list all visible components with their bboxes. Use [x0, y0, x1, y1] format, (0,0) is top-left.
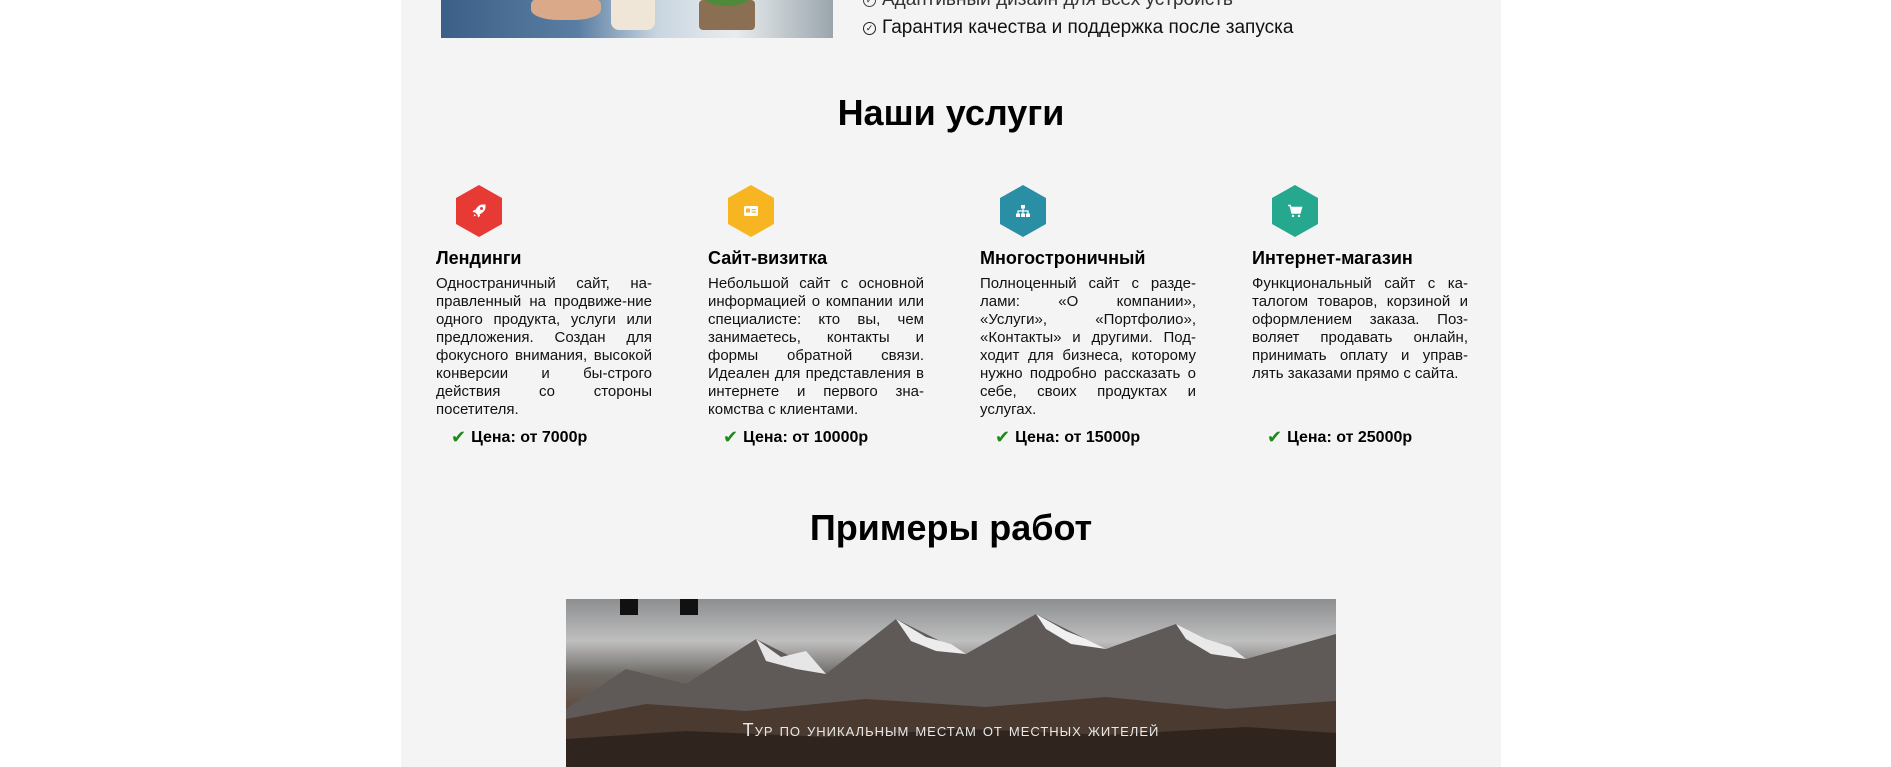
intro-benefit-text: Адаптивный дизайн для всех устройств — [882, 0, 1233, 14]
check-circle-icon: ✓ — [863, 0, 876, 7]
service-description: Одностраничный сайт, на-правленный на пр… — [436, 275, 652, 418]
intro-benefit-item: ✓ Адаптивный дизайн для всех устройств — [863, 0, 1293, 14]
intro-benefit-text: Гарантия качества и поддержка после запу… — [882, 17, 1294, 38]
service-price: ✔ Цена: от 10000р — [723, 427, 868, 448]
service-price-text: Цена: от 10000р — [743, 428, 869, 446]
checkmark-icon: ✔ — [451, 427, 467, 447]
photo-hand — [531, 0, 601, 20]
work-example-preview[interactable]: Тур по уникальным местам от местных жите… — [566, 599, 1336, 767]
rocket-icon — [456, 185, 502, 237]
service-price: ✔ Цена: от 25000р — [1267, 427, 1412, 448]
checkmark-icon: ✔ — [723, 427, 739, 447]
cart-icon — [1272, 185, 1318, 237]
work-preview-caption: Тур по уникальным местам от местных жите… — [742, 720, 1160, 740]
service-name: Лендинги — [436, 248, 522, 268]
service-card-online-store[interactable]: Интернет-магазин Функциональный сайт с к… — [1252, 185, 1468, 447]
sitemap-icon — [1000, 185, 1046, 237]
photo-mug — [611, 0, 655, 30]
checkmark-icon: ✔ — [995, 427, 1011, 447]
intro-benefit-item: ✓ Гарантия качества и поддержка после за… — [863, 14, 1293, 42]
decor-square — [620, 599, 638, 615]
works-title: Примеры работ — [809, 507, 1093, 548]
decor-square — [680, 599, 698, 615]
checkmark-icon: ✔ — [1267, 427, 1283, 447]
page-content: ✓ Адаптивный дизайн для всех устройств ✓… — [401, 0, 1501, 767]
check-circle-icon: ✓ — [863, 21, 876, 35]
service-price-text: Цена: от 15000р — [1015, 428, 1141, 446]
service-name: Сайт-визитка — [708, 248, 828, 268]
service-card-multipage[interactable]: Многостроничный Полноценный сайт с разде… — [980, 185, 1196, 447]
service-name: Интернет-магазин — [1252, 248, 1413, 268]
intro-photo — [441, 0, 833, 38]
service-description: Небольшой сайт с основной информацией о … — [708, 275, 924, 418]
mountain-illustration — [566, 614, 1336, 767]
service-price-text: Цена: от 25000р — [1287, 428, 1413, 446]
services-grid: Лендинги Одностраничный сайт, на-правлен… — [436, 185, 1496, 455]
service-price: ✔ Цена: от 7000р — [451, 427, 587, 448]
service-price: ✔ Цена: от 15000р — [995, 427, 1140, 448]
service-name: Многостроничный — [980, 248, 1146, 268]
service-description: Полноценный сайт с разде-лами: «О компан… — [980, 275, 1196, 418]
service-card-business-card[interactable]: Сайт-визитка Небольшой сайт с основной и… — [708, 185, 924, 447]
id-card-icon — [728, 185, 774, 237]
service-card-landing[interactable]: Лендинги Одностраничный сайт, на-правлен… — [436, 185, 652, 447]
services-title: Наши услуги — [837, 92, 1065, 133]
service-price-text: Цена: от 7000р — [471, 428, 588, 446]
service-description: Функциональный сайт с ка-талогом товаров… — [1252, 275, 1468, 382]
intro-benefits-list: ✓ Адаптивный дизайн для всех устройств ✓… — [863, 0, 1293, 42]
